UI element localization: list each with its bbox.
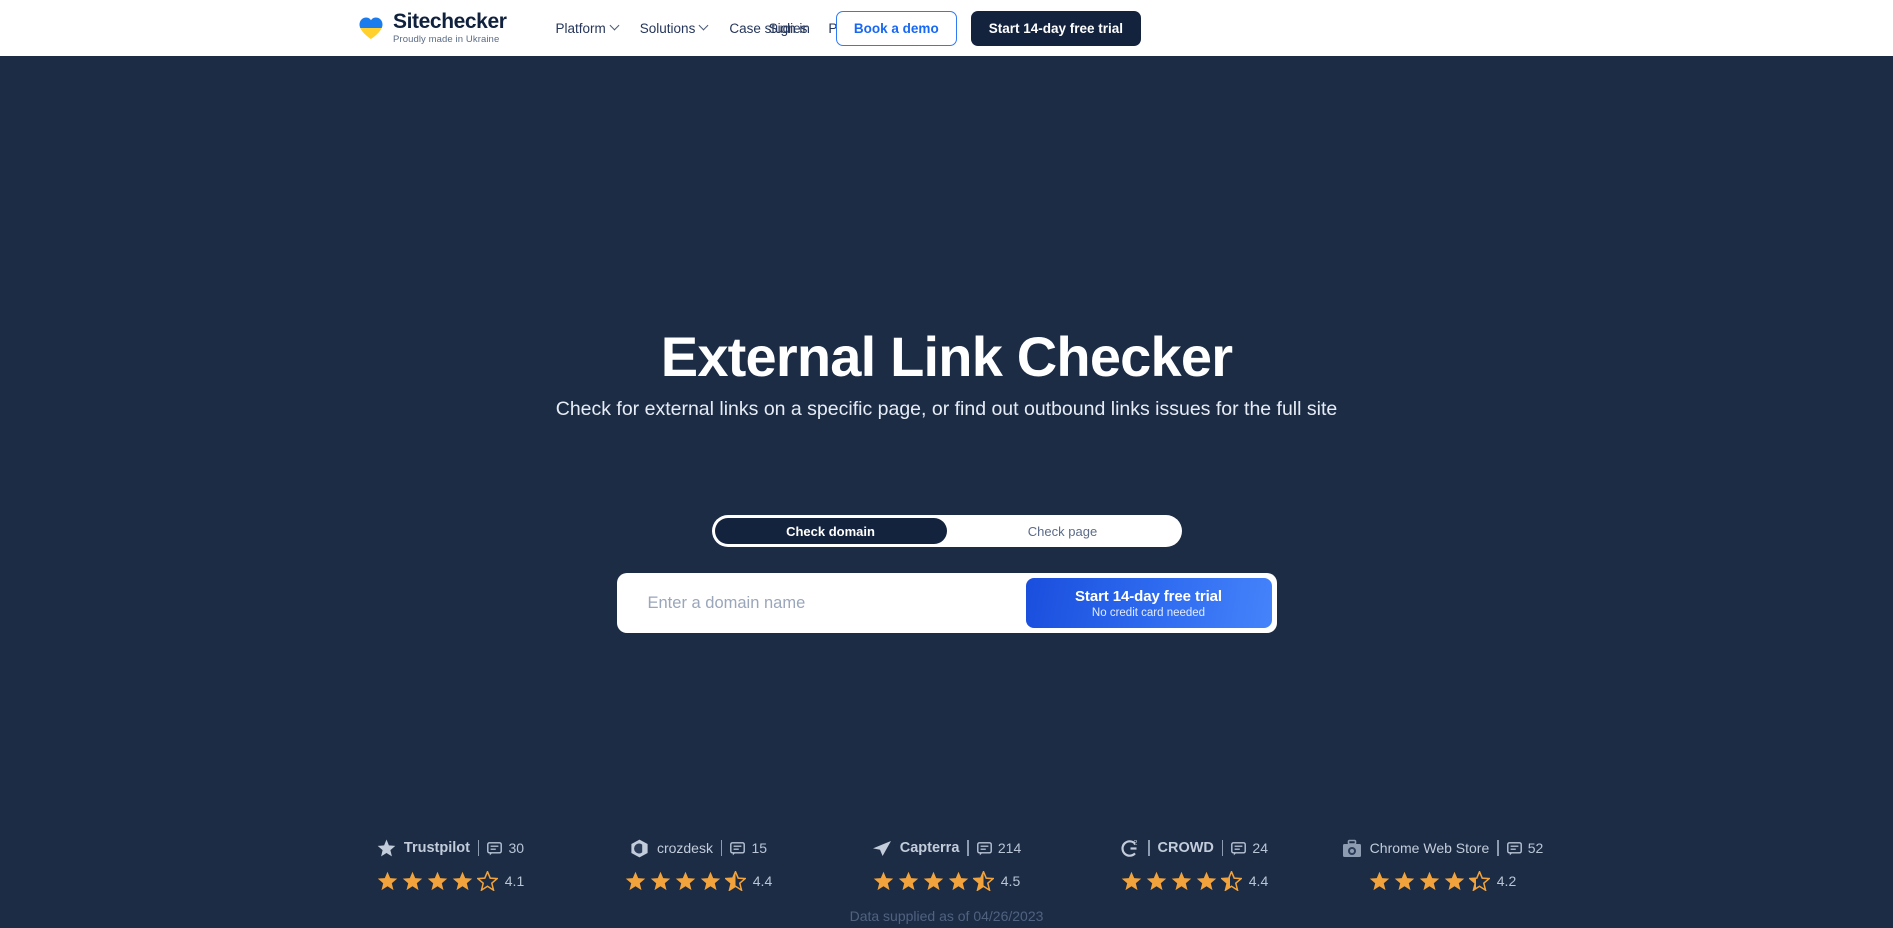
star-full bbox=[675, 871, 696, 891]
review-bubble-icon bbox=[730, 841, 746, 855]
star-rating: 4.4 bbox=[1121, 871, 1268, 891]
badge-trustpilot: Trustpilot 30 4.1 bbox=[327, 836, 575, 891]
header-actions: Sign in Book a demo Start 14-day free tr… bbox=[769, 0, 1141, 56]
star-full bbox=[873, 871, 894, 891]
start-trial-header-button[interactable]: Start 14-day free trial bbox=[970, 10, 1141, 46]
search-input[interactable] bbox=[621, 578, 1026, 628]
review-bubble-icon bbox=[487, 841, 503, 855]
rating-value: 4.4 bbox=[752, 873, 773, 889]
badge-label: Trustpilot bbox=[403, 840, 470, 856]
star-full bbox=[1419, 871, 1440, 891]
logo-tagline: Proudly made in Ukraine bbox=[393, 34, 500, 46]
review-bubble-icon bbox=[1506, 841, 1522, 855]
badge-crozdesk: crozdesk 15 4.4 bbox=[575, 836, 823, 891]
tab-check-domain[interactable]: Check domain bbox=[714, 518, 947, 544]
chevron-down-icon bbox=[611, 22, 619, 30]
logo-wordmark: Sitechecker bbox=[393, 10, 507, 34]
nav-label: Platform bbox=[555, 20, 606, 36]
star-rating: 4.4 bbox=[625, 871, 772, 891]
badge-chrome-web-store: Chrome Web Store 52 4.2 bbox=[1319, 836, 1567, 891]
page-subtitle: Check for external links on a specific p… bbox=[555, 398, 1338, 420]
star-full bbox=[427, 871, 448, 891]
page-title: External Link Checker bbox=[660, 325, 1233, 388]
star-full bbox=[402, 871, 423, 891]
badge-label: crozdesk bbox=[656, 840, 713, 856]
badge-g2-crowd: 2 CROWD 24 4.4 bbox=[1071, 836, 1319, 891]
nav-label: Solutions bbox=[639, 20, 696, 36]
star-full bbox=[700, 871, 721, 891]
review-count: 24 bbox=[1252, 840, 1268, 856]
chevron-down-icon bbox=[700, 22, 708, 30]
divider bbox=[1221, 840, 1224, 856]
review-count: 15 bbox=[751, 840, 768, 856]
star-full bbox=[452, 871, 473, 891]
data-footnote: Data supplied as of 04/26/2023 bbox=[849, 908, 1044, 924]
star-rating: 4.1 bbox=[377, 871, 524, 891]
badge-label: Capterra bbox=[899, 840, 960, 856]
g2-crowd-icon: 2 bbox=[1121, 839, 1140, 858]
tab-check-page[interactable]: Check page bbox=[947, 518, 1179, 544]
star-half bbox=[724, 871, 746, 891]
divider bbox=[1497, 840, 1499, 856]
star-rating: 4.5 bbox=[873, 871, 1020, 891]
logo-link[interactable]: Sitechecker Proudly made in Ukraine bbox=[358, 11, 507, 45]
divider bbox=[477, 840, 480, 856]
star-full bbox=[650, 871, 671, 891]
badge-label: Chrome Web Store bbox=[1369, 840, 1490, 856]
star-half bbox=[1468, 871, 1490, 891]
star-full bbox=[1171, 871, 1192, 891]
rating-value: 4.5 bbox=[1000, 873, 1021, 889]
nav-item-solutions[interactable]: Solutions bbox=[640, 21, 709, 36]
star-full bbox=[1146, 871, 1167, 891]
crozdesk-icon bbox=[630, 839, 649, 858]
rating-value: 4.2 bbox=[1496, 873, 1517, 889]
hero-section: External Link Checker Check for external… bbox=[0, 56, 1893, 928]
divider bbox=[720, 840, 723, 856]
star-full bbox=[377, 871, 398, 891]
start-trial-cta-button[interactable]: Start 14-day free trial No credit card n… bbox=[1025, 578, 1272, 628]
badge-label: CROWD bbox=[1157, 840, 1214, 856]
svg-text:2: 2 bbox=[1134, 840, 1138, 847]
rating-value: 4.1 bbox=[504, 873, 525, 889]
cta-primary-label: Start 14-day free trial bbox=[1075, 587, 1222, 605]
site-header: Sitechecker Proudly made in Ukraine Plat… bbox=[0, 0, 1893, 56]
check-mode-toggle: Check domain Check page bbox=[711, 515, 1182, 547]
star-half bbox=[972, 871, 994, 891]
social-proof-badges: Trustpilot 30 4.1 crozdesk 15 4.4 Capter… bbox=[0, 836, 1893, 891]
sign-in-link[interactable]: Sign in bbox=[769, 21, 810, 36]
star-full bbox=[1369, 871, 1390, 891]
star-rating: 4.2 bbox=[1369, 871, 1516, 891]
star-full bbox=[625, 871, 646, 891]
book-demo-button[interactable]: Book a demo bbox=[835, 10, 957, 46]
chrome-web-store-icon bbox=[1342, 839, 1362, 858]
review-count: 30 bbox=[508, 840, 525, 856]
nav-item-platform[interactable]: Platform bbox=[556, 21, 619, 36]
star-full bbox=[898, 871, 919, 891]
star-half bbox=[1220, 871, 1242, 891]
trustpilot-star-icon bbox=[377, 839, 396, 857]
star-full bbox=[1394, 871, 1415, 891]
divider bbox=[967, 840, 969, 856]
star-full bbox=[1444, 871, 1465, 891]
review-bubble-icon bbox=[976, 841, 992, 855]
capterra-icon bbox=[872, 840, 892, 857]
cta-secondary-label: No credit card needed bbox=[1091, 606, 1206, 619]
star-empty bbox=[476, 871, 498, 891]
rating-value: 4.4 bbox=[1248, 873, 1269, 889]
star-full bbox=[1121, 871, 1142, 891]
review-count: 214 bbox=[997, 840, 1022, 856]
star-full bbox=[948, 871, 969, 891]
star-full bbox=[923, 871, 944, 891]
divider bbox=[1148, 840, 1150, 856]
review-bubble-icon bbox=[1231, 841, 1247, 855]
domain-search-bar: Start 14-day free trial No credit card n… bbox=[616, 573, 1277, 633]
badge-capterra: Capterra 214 4.5 bbox=[823, 836, 1071, 891]
star-full bbox=[1196, 871, 1217, 891]
ukraine-heart-icon bbox=[358, 16, 384, 40]
review-count: 52 bbox=[1527, 840, 1544, 856]
